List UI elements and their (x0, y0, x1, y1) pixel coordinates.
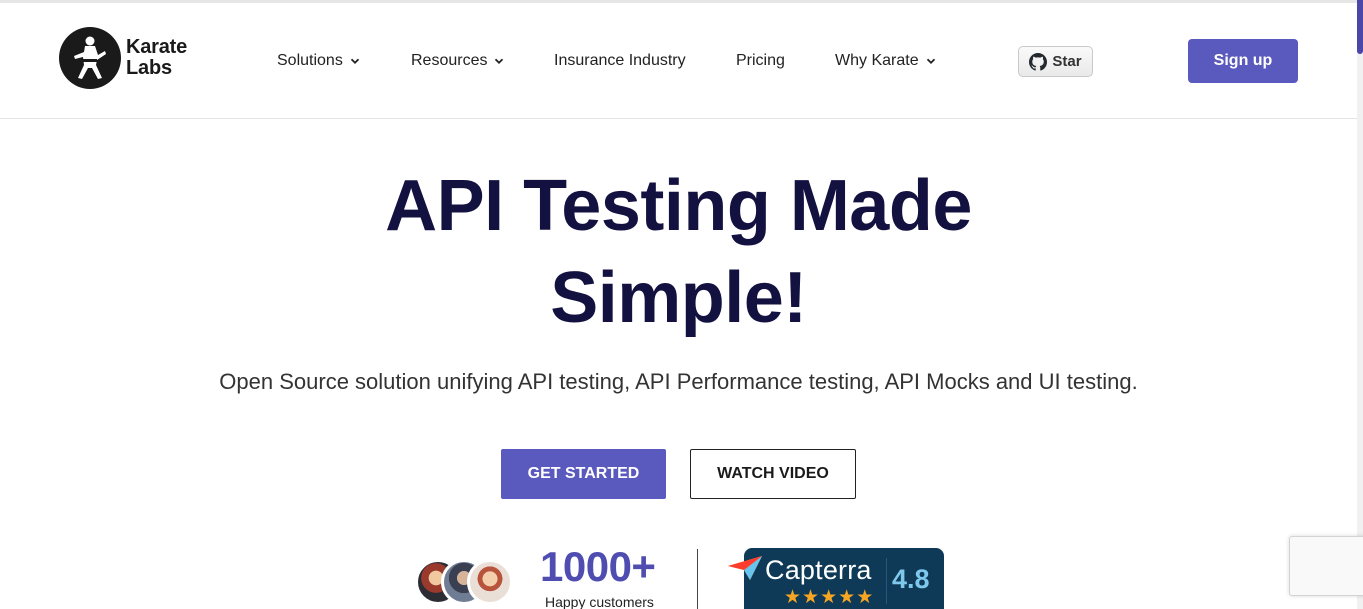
star-icon: ★ (802, 587, 820, 608)
brand-name-line1: Karate (126, 36, 188, 58)
nav-item-why-karate[interactable]: Why Karate (835, 52, 936, 70)
star-label: Star (1052, 53, 1082, 70)
github-icon (1029, 52, 1048, 71)
chevron-down-icon (926, 56, 936, 66)
nav-item-label: Pricing (736, 52, 785, 69)
capterra-separator (886, 558, 887, 604)
star-icon: ★ (838, 587, 856, 608)
recaptcha-widget[interactable] (1289, 536, 1363, 596)
scrollbar-thumb[interactable] (1357, 0, 1363, 54)
nav-item-label: Insurance Industry (554, 52, 686, 69)
avatar (467, 559, 513, 605)
nav-item-insurance-industry[interactable]: Insurance Industry (554, 52, 686, 70)
customers-count: 1000+ (540, 543, 656, 590)
hero-title: API Testing Made Simple! (0, 160, 1357, 344)
customers-label: Happy customers (545, 594, 654, 609)
chevron-down-icon (350, 56, 360, 66)
github-star-button[interactable]: Star (1018, 46, 1093, 77)
chevron-down-icon (494, 56, 504, 66)
capterra-name: Capterra (765, 555, 872, 585)
watch-video-button[interactable]: WATCH VIDEO (690, 449, 856, 499)
capterra-arrow-icon (728, 556, 762, 580)
get-started-button[interactable]: GET STARTED (501, 449, 666, 499)
nav-item-label: Solutions (277, 52, 343, 69)
site-header: Karate Labs Solutions Resources Insuranc… (0, 3, 1357, 119)
karate-fighter-icon (59, 27, 121, 89)
star-icon: ★ (784, 587, 802, 608)
hero-subtitle: Open Source solution unifying API testin… (219, 369, 1138, 394)
nav-item-resources[interactable]: Resources (411, 52, 504, 70)
nav-item-solutions[interactable]: Solutions (277, 52, 360, 70)
nav-item-label: Resources (411, 52, 488, 69)
rating-stars: ★ ★ ★ ★ ★ (784, 588, 874, 607)
star-icon: ★ (856, 587, 874, 608)
social-proof-divider (697, 549, 698, 609)
brand-name-line2: Labs (126, 57, 172, 79)
nav-item-pricing[interactable]: Pricing (736, 52, 785, 70)
nav-item-label: Why Karate (835, 52, 919, 69)
hero-title-line2: Simple! (550, 258, 807, 338)
star-icon: ★ (820, 587, 838, 608)
brand-name: Karate Labs (126, 37, 187, 79)
signup-button[interactable]: Sign up (1188, 39, 1298, 83)
karate-labs-logo[interactable]: Karate Labs (59, 27, 187, 89)
hero-title-line1: API Testing Made (385, 166, 972, 246)
capterra-rating: 4.8 (892, 564, 930, 594)
page-scrollbar[interactable] (1357, 0, 1363, 609)
capterra-badge[interactable]: Capterra 4.8 ★ ★ ★ ★ ★ (744, 548, 944, 609)
